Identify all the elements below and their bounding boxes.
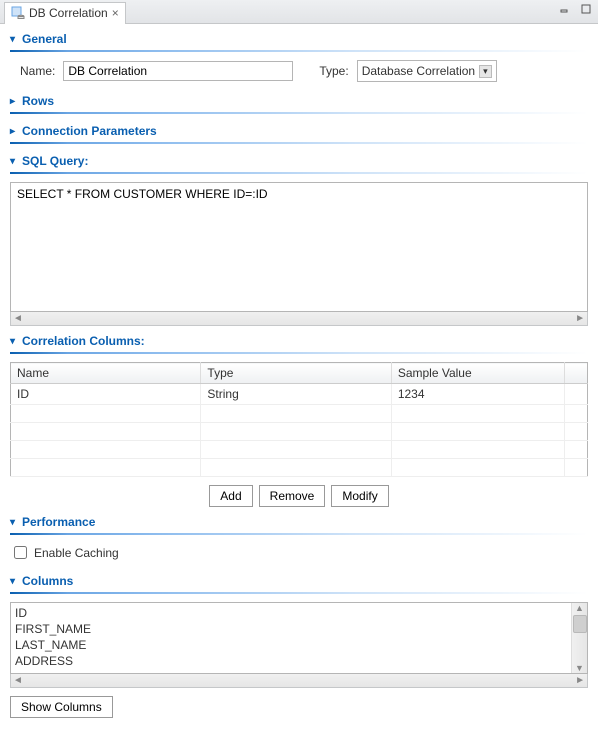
- db-correlation-icon: [11, 6, 25, 20]
- cell-type: String: [201, 384, 391, 405]
- section-title-general: General: [22, 32, 67, 46]
- name-label: Name:: [20, 64, 55, 78]
- section-toggle-connection[interactable]: ▸ Connection Parameters: [10, 122, 588, 140]
- section-toggle-general[interactable]: ▾ General: [10, 30, 588, 48]
- table-row-empty: [11, 441, 588, 459]
- list-item[interactable]: FIRST_NAME: [15, 621, 567, 637]
- type-select[interactable]: Database Correlation ▾: [357, 60, 497, 82]
- section-title-performance: Performance: [22, 515, 95, 529]
- table-row-empty: [11, 459, 588, 477]
- section-title-rows: Rows: [22, 94, 54, 108]
- type-label: Type:: [319, 64, 348, 78]
- scroll-thumb[interactable]: [573, 615, 587, 633]
- cell-name: ID: [11, 384, 201, 405]
- table-row-empty: [11, 423, 588, 441]
- section-toggle-performance[interactable]: ▾ Performance: [10, 513, 588, 531]
- triangle-right-icon: ▸: [10, 96, 18, 107]
- horizontal-scrollbar[interactable]: ◄ ►: [10, 674, 588, 688]
- scroll-right-icon[interactable]: ►: [575, 313, 585, 324]
- section-rule: [10, 172, 588, 174]
- section-toggle-corrcols[interactable]: ▾ Correlation Columns:: [10, 332, 588, 350]
- section-toggle-columns[interactable]: ▾ Columns: [10, 572, 588, 590]
- section-rule: [10, 142, 588, 144]
- section-rule: [10, 50, 588, 52]
- section-toggle-rows[interactable]: ▸ Rows: [10, 92, 588, 110]
- section-title-sql: SQL Query:: [22, 154, 88, 168]
- tab-db-correlation[interactable]: DB Correlation ×: [4, 2, 126, 24]
- vertical-scrollbar[interactable]: ▲ ▼: [571, 603, 587, 673]
- maximize-icon[interactable]: [580, 3, 592, 15]
- section-rule: [10, 352, 588, 354]
- close-icon[interactable]: ×: [112, 6, 119, 20]
- table-row[interactable]: ID String 1234: [11, 384, 588, 405]
- chevron-down-icon: ▾: [479, 65, 492, 78]
- section-title-corrcols: Correlation Columns:: [22, 334, 145, 348]
- scroll-left-icon[interactable]: ◄: [13, 313, 23, 324]
- tab-title: DB Correlation: [29, 6, 108, 20]
- col-header-sample[interactable]: Sample Value: [391, 363, 564, 384]
- col-header-name[interactable]: Name: [11, 363, 201, 384]
- cell-sample: 1234: [391, 384, 564, 405]
- triangle-down-icon: ▾: [10, 576, 18, 587]
- triangle-down-icon: ▾: [10, 517, 18, 528]
- triangle-down-icon: ▾: [10, 156, 18, 167]
- section-toggle-sql[interactable]: ▾ SQL Query:: [10, 152, 588, 170]
- section-rule: [10, 533, 588, 535]
- list-item[interactable]: ID: [15, 605, 567, 621]
- sql-query-input[interactable]: [10, 182, 588, 312]
- scroll-right-icon[interactable]: ►: [575, 675, 585, 686]
- triangle-down-icon: ▾: [10, 336, 18, 347]
- triangle-right-icon: ▸: [10, 126, 18, 137]
- enable-caching-label: Enable Caching: [34, 546, 119, 560]
- name-input[interactable]: [63, 61, 293, 81]
- table-row-empty: [11, 405, 588, 423]
- correlation-columns-table[interactable]: Name Type Sample Value ID String 1234: [10, 362, 588, 477]
- section-rule: [10, 112, 588, 114]
- show-columns-button[interactable]: Show Columns: [10, 696, 113, 718]
- columns-listbox[interactable]: ID FIRST_NAME LAST_NAME ADDRESS ▲ ▼: [10, 602, 588, 674]
- list-item[interactable]: ADDRESS: [15, 653, 567, 669]
- section-title-columns: Columns: [22, 574, 73, 588]
- list-item[interactable]: LAST_NAME: [15, 637, 567, 653]
- triangle-down-icon: ▾: [10, 34, 18, 45]
- add-button[interactable]: Add: [209, 485, 252, 507]
- tab-bar: DB Correlation ×: [0, 0, 598, 24]
- modify-button[interactable]: Modify: [331, 485, 388, 507]
- col-header-type[interactable]: Type: [201, 363, 391, 384]
- section-rule: [10, 592, 588, 594]
- minimize-icon[interactable]: [558, 3, 570, 15]
- remove-button[interactable]: Remove: [259, 485, 326, 507]
- type-select-value: Database Correlation: [362, 64, 475, 78]
- scroll-left-icon[interactable]: ◄: [13, 675, 23, 686]
- window-controls: [558, 3, 592, 15]
- scroll-down-icon[interactable]: ▼: [575, 663, 584, 673]
- section-title-connection: Connection Parameters: [22, 124, 157, 138]
- horizontal-scrollbar[interactable]: ◄ ►: [10, 312, 588, 326]
- col-header-spacer: [564, 363, 587, 384]
- scroll-up-icon[interactable]: ▲: [575, 603, 584, 613]
- enable-caching-checkbox[interactable]: [14, 546, 27, 559]
